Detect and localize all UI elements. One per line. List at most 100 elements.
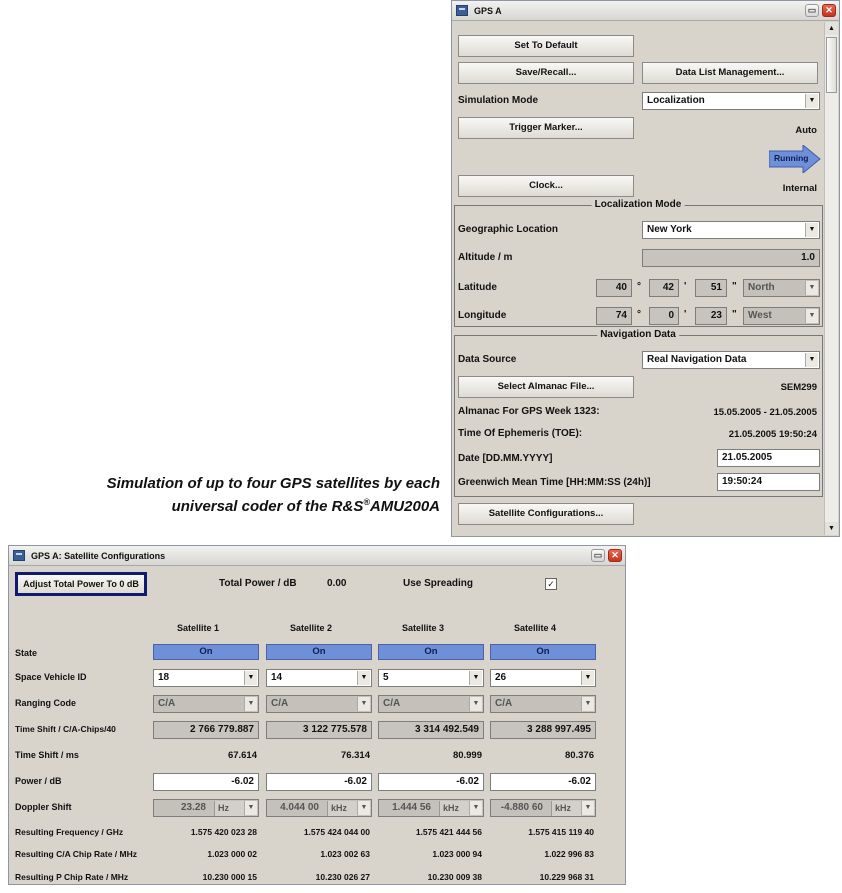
doppler-unit: kHz bbox=[327, 801, 357, 816]
use-spreading-checkbox[interactable]: ✓ bbox=[545, 578, 557, 590]
satellite-name: Satellite 4 bbox=[514, 623, 557, 633]
satellite-state-toggle[interactable]: On bbox=[266, 644, 372, 660]
adjust-total-power-button[interactable]: Adjust Total Power To 0 dB bbox=[15, 572, 147, 596]
caption-line-1: Simulation of up to four GPS satellites … bbox=[106, 475, 440, 492]
space-vehicle-id-select[interactable]: 26 ▼ bbox=[490, 669, 596, 687]
close-icon[interactable]: ✕ bbox=[608, 549, 622, 562]
vertical-scrollbar[interactable]: ▲ ▼ bbox=[824, 22, 838, 535]
time-of-ephemeris-value: 21.05.2005 19:50:24 bbox=[728, 429, 817, 440]
resulting-p-chip-rate-value: 10.230 000 15 bbox=[202, 872, 257, 882]
longitude-degrees-field[interactable]: 74 bbox=[596, 307, 632, 325]
data-source-select[interactable]: Real Navigation Data ▼ bbox=[642, 351, 820, 369]
data-list-management-button[interactable]: Data List Management... bbox=[642, 62, 818, 84]
chevron-down-icon: ▼ bbox=[469, 697, 482, 711]
satellite-configurations-window: GPS A: Satellite Configurations ▭ ✕ Adju… bbox=[8, 545, 626, 885]
gmt-field[interactable]: 19:50:24 bbox=[717, 473, 820, 491]
latitude-degrees-field[interactable]: 40 bbox=[596, 279, 632, 297]
trigger-marker-button[interactable]: Trigger Marker... bbox=[458, 117, 634, 139]
gps-a-window: GPS A ▭ ✕ ▲ ▼ Set To Default Save/Recall… bbox=[451, 0, 840, 537]
latitude-direction-value: North bbox=[748, 282, 775, 293]
longitude-minutes-field[interactable]: 0 bbox=[649, 307, 679, 325]
resulting-frequency-label: Resulting Frequency / GHz bbox=[15, 827, 124, 837]
degree-symbol: ° bbox=[637, 309, 641, 320]
satellite-state-toggle[interactable]: On bbox=[378, 644, 484, 660]
longitude-direction-value: West bbox=[748, 310, 772, 321]
ranging-code-label: Ranging Code bbox=[15, 698, 76, 708]
time-shift-ms-value: 80.999 bbox=[452, 750, 482, 761]
chevron-down-icon: ▼ bbox=[357, 801, 370, 815]
time-shift-ms-label: Time Shift / ms bbox=[15, 750, 79, 760]
latitude-direction-select[interactable]: North ▼ bbox=[743, 279, 820, 297]
date-field[interactable]: 21.05.2005 bbox=[717, 449, 820, 467]
space-vehicle-id-select[interactable]: 5 ▼ bbox=[378, 669, 484, 687]
time-of-ephemeris-label: Time Of Ephemeris (TOE): bbox=[458, 428, 583, 439]
latitude-seconds-field[interactable]: 51 bbox=[695, 279, 727, 297]
space-vehicle-id-select[interactable]: 18 ▼ bbox=[153, 669, 259, 687]
scroll-down-icon[interactable]: ▼ bbox=[825, 522, 838, 535]
time-shift-ms-value: 67.614 bbox=[227, 750, 257, 761]
almanac-file-name: SEM299 bbox=[780, 382, 817, 393]
ranging-code-select[interactable]: C/A ▼ bbox=[153, 695, 259, 713]
altitude-field[interactable]: 1.0 bbox=[642, 249, 820, 267]
power-field[interactable]: -6.02 bbox=[153, 773, 259, 791]
chevron-down-icon: ▼ bbox=[805, 353, 818, 367]
resulting-p-chip-rate-value: 10.230 026 27 bbox=[315, 872, 370, 882]
doppler-shift-field[interactable]: 1.444 56 kHz ▼ bbox=[378, 799, 484, 817]
time-shift-ms-value: 80.376 bbox=[564, 750, 594, 761]
chevron-down-icon: ▼ bbox=[244, 671, 257, 685]
gmt-label: Greenwich Mean Time [HH:MM:SS (24h)] bbox=[458, 477, 651, 488]
minute-symbol: ' bbox=[684, 281, 687, 292]
ranging-code-value: C/A bbox=[271, 698, 289, 709]
chevron-down-icon: ▼ bbox=[357, 697, 370, 711]
doppler-unit: Hz bbox=[214, 801, 244, 816]
almanac-week-value: 15.05.2005 - 21.05.2005 bbox=[713, 407, 817, 418]
satellite-configurations-button[interactable]: Satellite Configurations... bbox=[458, 503, 634, 525]
save-recall-button[interactable]: Save/Recall... bbox=[458, 62, 634, 84]
use-spreading-label: Use Spreading bbox=[403, 578, 474, 589]
select-almanac-file-button[interactable]: Select Almanac File... bbox=[458, 376, 634, 398]
doppler-shift-field[interactable]: -4.880 60 kHz ▼ bbox=[490, 799, 596, 817]
total-power-label: Total Power / dB bbox=[219, 578, 297, 589]
set-to-default-button[interactable]: Set To Default bbox=[458, 35, 634, 57]
simulation-mode-select[interactable]: Localization ▼ bbox=[642, 92, 820, 110]
doppler-shift-value: 4.044 00 bbox=[280, 802, 319, 813]
satellite-state-toggle[interactable]: On bbox=[490, 644, 596, 660]
satellite-state-toggle[interactable]: On bbox=[153, 644, 259, 660]
ranging-code-select[interactable]: C/A ▼ bbox=[266, 695, 372, 713]
resulting-ca-chip-rate-value: 1.023 000 02 bbox=[207, 849, 257, 859]
ranging-code-select[interactable]: C/A ▼ bbox=[378, 695, 484, 713]
time-shift-chips-field[interactable]: 3 122 775.578 bbox=[266, 721, 372, 739]
geographic-location-select[interactable]: New York ▼ bbox=[642, 221, 820, 239]
scrollbar-thumb[interactable] bbox=[826, 37, 837, 93]
minimize-icon[interactable]: ▭ bbox=[591, 549, 605, 562]
close-icon[interactable]: ✕ bbox=[822, 4, 836, 17]
time-shift-chips-field[interactable]: 2 766 779.887 bbox=[153, 721, 259, 739]
minimize-icon[interactable]: ▭ bbox=[805, 4, 819, 17]
ranging-code-select[interactable]: C/A ▼ bbox=[490, 695, 596, 713]
resulting-p-chip-rate-value: 10.230 009 38 bbox=[427, 872, 482, 882]
clock-status: Internal bbox=[782, 183, 817, 194]
time-shift-chips-field[interactable]: 3 314 492.549 bbox=[378, 721, 484, 739]
time-shift-chips-field[interactable]: 3 288 997.495 bbox=[490, 721, 596, 739]
longitude-label: Longitude bbox=[458, 310, 507, 321]
chevron-down-icon: ▼ bbox=[244, 801, 257, 815]
data-source-value: Real Navigation Data bbox=[647, 354, 747, 365]
running-status: Running bbox=[774, 153, 809, 163]
doppler-unit: kHz bbox=[551, 801, 581, 816]
resulting-ca-chip-rate-value: 1.023 000 94 bbox=[432, 849, 482, 859]
doppler-shift-value: 23.28 bbox=[180, 802, 206, 813]
doppler-shift-field[interactable]: 4.044 00 kHz ▼ bbox=[266, 799, 372, 817]
space-vehicle-id-value: 5 bbox=[383, 672, 389, 683]
longitude-direction-select[interactable]: West ▼ bbox=[743, 307, 820, 325]
power-field[interactable]: -6.02 bbox=[490, 773, 596, 791]
power-field[interactable]: -6.02 bbox=[266, 773, 372, 791]
space-vehicle-id-select[interactable]: 14 ▼ bbox=[266, 669, 372, 687]
power-field[interactable]: -6.02 bbox=[378, 773, 484, 791]
latitude-minutes-field[interactable]: 42 bbox=[649, 279, 679, 297]
time-shift-chips-label: Time Shift / C/A-Chips/40 bbox=[15, 724, 116, 734]
doppler-shift-field[interactable]: 23.28 Hz ▼ bbox=[153, 799, 259, 817]
scroll-up-icon[interactable]: ▲ bbox=[825, 22, 838, 35]
longitude-seconds-field[interactable]: 23 bbox=[695, 307, 727, 325]
satellite-name: Satellite 3 bbox=[402, 623, 445, 633]
clock-button[interactable]: Clock... bbox=[458, 175, 634, 197]
